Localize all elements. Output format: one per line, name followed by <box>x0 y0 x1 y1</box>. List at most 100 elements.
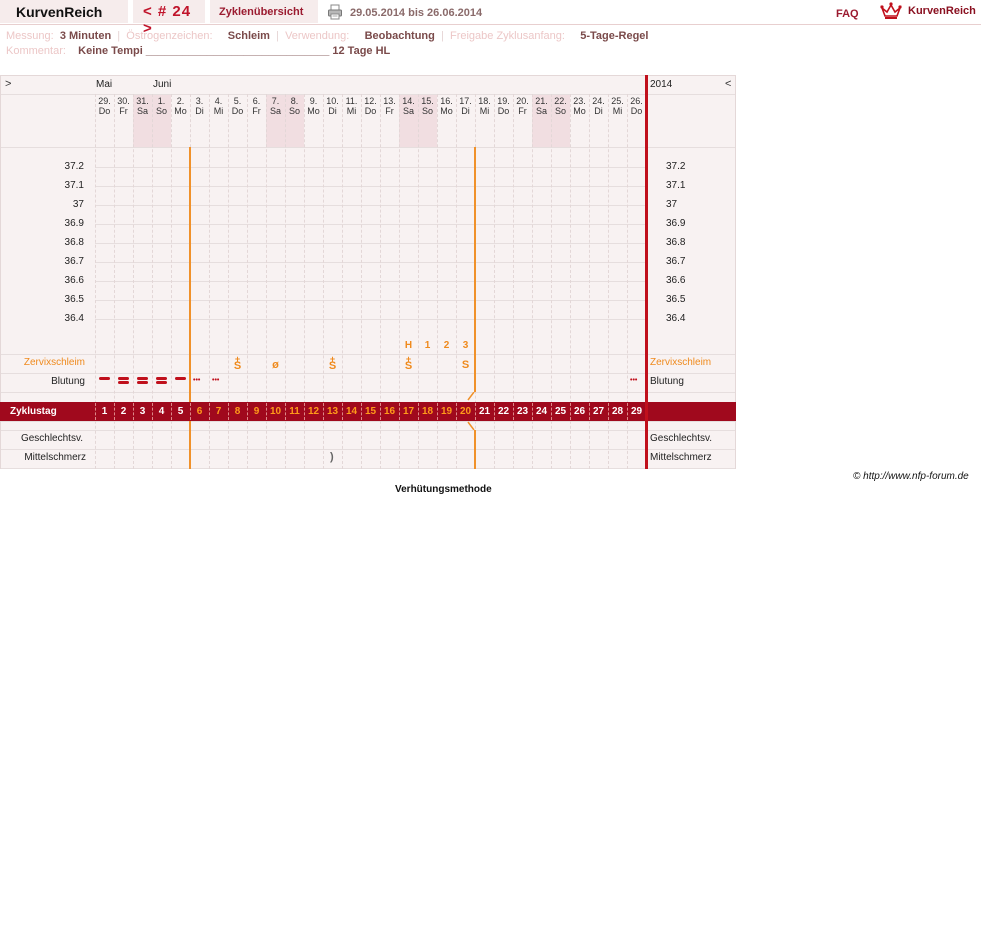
weekday-name: Fr <box>518 106 527 116</box>
weekday-name: Fr <box>119 106 128 116</box>
weekday-name: Mo <box>573 106 586 116</box>
logo-text[interactable]: KurvenReich <box>908 5 976 17</box>
weekday-name: So <box>288 106 300 116</box>
cycle-day: 29 <box>630 406 643 417</box>
cycle-overview-label[interactable]: Zyklenübersicht <box>219 6 303 18</box>
weekday-name: Do <box>98 106 111 116</box>
temperature-label: 36.6 <box>64 275 84 286</box>
bleeding-heavy <box>118 381 129 384</box>
printer-icon[interactable] <box>327 4 343 20</box>
day-number: 4. <box>214 96 223 106</box>
faq-link[interactable]: FAQ <box>836 8 859 20</box>
mittelschmerz-label-right: Mittelschmerz <box>650 452 712 463</box>
helper-label: 3 <box>462 340 469 351</box>
weekday-name: Sa <box>136 106 148 116</box>
cycle-day-separator <box>133 403 134 420</box>
bleeding-heavy <box>137 377 148 380</box>
nav-previous-cycle[interactable]: > <box>5 78 11 90</box>
cycle-day: 6 <box>196 406 203 417</box>
day-number: 18. <box>478 96 491 106</box>
day-number: 19. <box>497 96 510 106</box>
temperature-label: 36.7 <box>64 256 84 267</box>
cycle-day-separator <box>228 403 229 420</box>
cycle-day: 27 <box>592 406 605 417</box>
day-number: 16. <box>440 96 453 106</box>
cycle-day-separator <box>285 403 286 420</box>
temp-grid-line <box>95 243 646 244</box>
weekday-name: Do <box>630 106 643 116</box>
fertile-start-line <box>189 421 191 469</box>
temperature-label-right: 36.9 <box>666 218 686 229</box>
cycle-day: 13 <box>326 406 339 417</box>
cycle-day-separator <box>95 403 96 420</box>
mucus-mark: S <box>404 360 413 372</box>
weekday-name: Do <box>497 106 510 116</box>
day-number: 22. <box>554 96 567 106</box>
day-number: 23. <box>573 96 586 106</box>
temperature-label: 37.2 <box>64 161 84 172</box>
day-number: 14. <box>402 96 415 106</box>
grid-line <box>1 468 735 469</box>
cycle-day-separator <box>513 403 514 420</box>
temperature-label-right: 36.6 <box>666 275 686 286</box>
cycle-day-separator <box>152 403 153 420</box>
mucus-mark: ø <box>272 359 279 371</box>
fertile-end-connector <box>467 392 475 430</box>
day-number: 31. <box>136 96 149 106</box>
cycle-overview-tab[interactable]: Zyklenübersicht <box>210 0 318 23</box>
cycle-navigator[interactable]: < # 24 > <box>133 0 205 37</box>
day-number: 25. <box>611 96 624 106</box>
cycle-day: 22 <box>497 406 510 417</box>
messung-label: Messung: <box>6 30 54 42</box>
cycle-day: 19 <box>440 406 453 417</box>
cycle-day-separator <box>627 403 628 420</box>
weekday-name: Mi <box>612 106 623 116</box>
kommentar-value: Keine Tempi ____________________________… <box>78 45 391 57</box>
mucus-mark: S <box>328 360 337 372</box>
grid-line <box>1 392 735 393</box>
mittelschmerz-mark: ) <box>330 451 334 463</box>
freigabe-label: Freigabe Zyklusanfang: <box>449 30 565 42</box>
cycle-day: 11 <box>289 406 300 417</box>
grid-line <box>1 430 735 431</box>
cycle-day-separator <box>209 403 210 420</box>
cycle-day-separator <box>589 403 590 420</box>
day-number: 7. <box>271 96 280 106</box>
cycle-day-separator <box>418 403 419 420</box>
nav-next-cycle[interactable]: < <box>725 78 731 90</box>
cycle-day: 5 <box>177 406 184 417</box>
day-number: 15. <box>421 96 434 106</box>
day-number: 9. <box>309 96 318 106</box>
day-number: 20. <box>516 96 529 106</box>
helper-label: 2 <box>443 340 450 351</box>
cycle-day-separator <box>342 403 343 420</box>
grid-line <box>1 421 735 422</box>
cycle-day-separator <box>190 403 191 420</box>
weekday-name: So <box>155 106 167 116</box>
cycle-day: 1 <box>101 406 108 417</box>
brand-tab[interactable]: KurvenReich <box>0 0 128 23</box>
cycle-day: 23 <box>516 406 529 417</box>
comment-info: Kommentar: Keine Tempi _________________… <box>6 45 390 57</box>
bleeding-heavy <box>156 377 167 380</box>
weekday-name: Mo <box>307 106 320 116</box>
crown-logo-icon[interactable] <box>880 2 902 20</box>
grid-line <box>1 449 735 450</box>
temp-grid-line <box>95 186 646 187</box>
cycle-day-separator <box>304 403 305 420</box>
cycle-day-separator <box>608 403 609 420</box>
weekday-name: Fr <box>385 106 394 116</box>
cycle-day: 25 <box>554 406 567 417</box>
date-range: 29.05.2014 bis 26.06.2014 <box>350 7 483 19</box>
temperature-label: 36.8 <box>64 237 84 248</box>
weekday-name: Di <box>594 106 603 116</box>
grid-line <box>1 354 735 355</box>
day-number: 29. <box>98 96 111 106</box>
cycle-day: 26 <box>573 406 586 417</box>
brand-title[interactable]: KurvenReich <box>16 4 102 20</box>
oestrogen-value: Schleim <box>227 30 270 42</box>
oestrogen-label: Östrogenzeichen: <box>126 30 213 42</box>
grid-line <box>1 94 735 95</box>
blutung-label-right: Blutung <box>650 376 684 387</box>
geschlechtsv-label-right: Geschlechtsv. <box>650 433 713 444</box>
